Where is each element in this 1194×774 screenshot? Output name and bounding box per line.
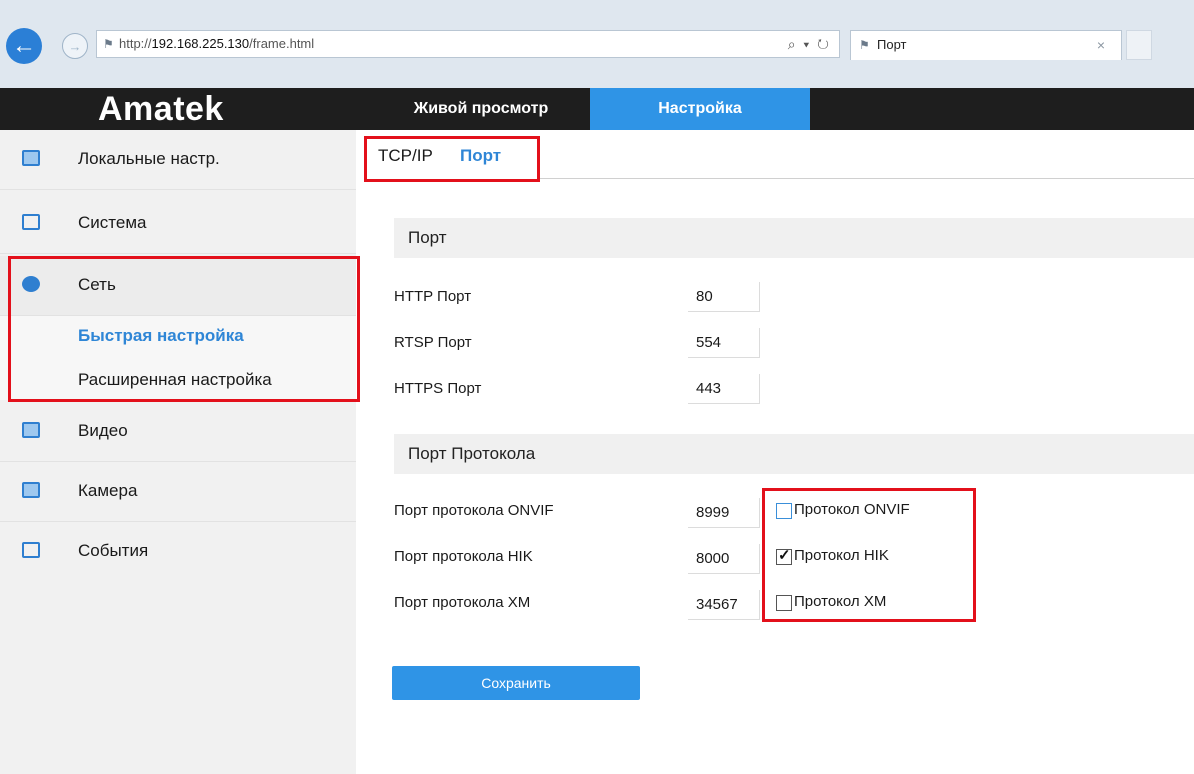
forward-button[interactable]: → (62, 33, 88, 59)
https-port-label: HTTPS Порт (394, 380, 482, 397)
xm-port-label: Порт протокола XM (394, 594, 531, 611)
sidebar: Локальные настр. Система Сеть Быстрая на… (0, 130, 356, 774)
close-tab-icon[interactable]: × (1097, 31, 1105, 59)
http-port-input[interactable]: 80 (688, 282, 760, 312)
nav-live-view[interactable]: Живой просмотр (372, 88, 590, 130)
onvif-port-input[interactable]: 8999 (688, 498, 760, 528)
section-title: Порт Протокола (408, 444, 536, 463)
system-icon (22, 214, 40, 230)
video-icon (22, 422, 40, 438)
save-button[interactable]: Сохранить (392, 666, 640, 700)
tab-site-icon: ⚑ (859, 38, 870, 52)
tab-title: Порт (877, 37, 907, 52)
nav-settings[interactable]: Настройка (590, 88, 810, 130)
back-button[interactable]: ← (6, 28, 42, 64)
sidebar-item-camera[interactable]: Камера (0, 462, 356, 522)
https-port-input[interactable]: 443 (688, 374, 760, 404)
url-path: /frame.html (249, 36, 315, 51)
highlight-port-tab (364, 136, 540, 182)
http-port-label: HTTP Порт (394, 288, 472, 305)
url-host: 192.168.225.130 (151, 36, 250, 51)
rtsp-port-input[interactable]: 554 (688, 328, 760, 358)
sidebar-item-label: Локальные настр. (78, 149, 220, 168)
hik-port-label: Порт протокола HIK (394, 548, 533, 565)
sidebar-item-local[interactable]: Локальные настр. (0, 130, 356, 190)
sidebar-item-system[interactable]: Система (0, 194, 356, 254)
image-icon (22, 482, 40, 498)
app-header: Amatek Живой просмотр Настройка (0, 88, 1194, 130)
sidebar-item-label: События (78, 541, 149, 560)
events-icon (22, 542, 40, 558)
sidebar-item-video[interactable]: Видео (0, 402, 356, 462)
search-refresh-icons[interactable]: ⌕ ▾ ↻ (788, 31, 831, 57)
section-protocol-port: Порт Протокола (394, 434, 1194, 474)
sidebar-item-events[interactable]: События (0, 522, 356, 582)
monitor-icon (22, 150, 40, 166)
highlight-network-menu (8, 256, 360, 402)
highlight-protocol-checkboxes (762, 488, 976, 622)
xm-port-input[interactable]: 34567 (688, 590, 760, 620)
site-icon: ⚑ (103, 37, 114, 51)
new-tab-button[interactable] (1126, 30, 1152, 60)
url-prefix: http:// (119, 36, 152, 51)
section-port: Порт (394, 218, 1194, 258)
sidebar-item-label: Видео (78, 421, 128, 440)
section-title: Порт (408, 228, 447, 247)
rtsp-port-label: RTSP Порт (394, 334, 472, 351)
logo: Amatek (98, 90, 224, 128)
sidebar-item-label: Система (78, 213, 147, 232)
onvif-port-label: Порт протокола ONVIF (394, 502, 554, 519)
browser-toolbar: ← → ⚑ http://192.168.225.130/frame.html … (0, 0, 1194, 88)
tab-divider (538, 178, 1194, 179)
address-bar[interactable]: ⚑ http://192.168.225.130/frame.html ⌕ ▾ … (96, 30, 840, 58)
hik-port-input[interactable]: 8000 (688, 544, 760, 574)
sidebar-item-label: Камера (78, 481, 138, 500)
browser-tab[interactable]: ⚑ Порт × (850, 30, 1122, 60)
